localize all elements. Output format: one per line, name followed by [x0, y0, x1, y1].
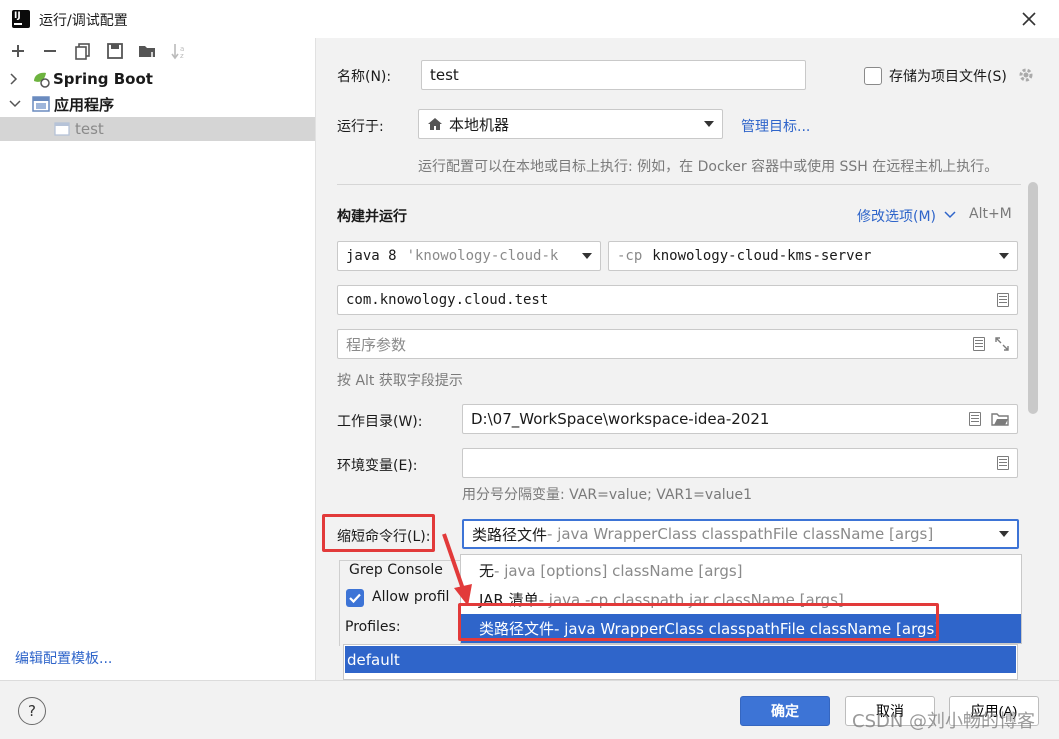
copy-icon[interactable]: [73, 41, 93, 61]
environment-variables-input[interactable]: [462, 448, 1018, 478]
home-icon: [428, 118, 442, 130]
watermark: CSDN @刘小畅的博客: [852, 711, 1036, 732]
dropdown-option-none[interactable]: 无 - java [options] className [args]: [461, 556, 1021, 585]
spring-boot-icon: [34, 72, 50, 88]
modify-options-link[interactable]: 修改选项(M): [857, 206, 936, 226]
run-on-select[interactable]: 本地机器: [418, 109, 723, 139]
environment-variables-label: 环境变量(E):: [337, 458, 418, 474]
browse-icon[interactable]: [997, 293, 1009, 307]
modify-options-shortcut: Alt+M: [969, 206, 1012, 222]
build-and-run-title: 构建并运行: [337, 209, 407, 225]
jre-select[interactable]: java 8 'knowology-cloud-k: [337, 241, 601, 271]
divider: [337, 184, 1021, 185]
tree-item-test[interactable]: test: [0, 117, 315, 141]
allow-profiles-checkbox[interactable]: [346, 589, 364, 607]
chevron-down-icon[interactable]: [9, 99, 21, 109]
browse-icon[interactable]: [969, 412, 981, 426]
save-icon[interactable]: [105, 41, 125, 61]
chevron-down-icon: [999, 253, 1009, 259]
tree-item-label: test: [75, 120, 104, 138]
close-icon[interactable]: [1018, 8, 1040, 30]
classpath-module-select[interactable]: -cp knowology-cloud-kms-server: [608, 241, 1018, 271]
run-on-hint: 运行配置可以在本地或目标上执行: 例如，在 Docker 容器中或使用 SSH …: [418, 159, 999, 175]
alt-hint: 按 Alt 获取字段提示: [337, 373, 463, 389]
chevron-down-icon: [999, 531, 1009, 537]
window-title: 运行/调试配置: [39, 13, 128, 29]
shorten-command-line-select[interactable]: 类路径文件 - java WrapperClass classpathFile …: [462, 519, 1019, 549]
intellij-idea-icon: IJ: [12, 10, 30, 28]
environment-variables-hint: 用分号分隔变量: VAR=value; VAR1=value1: [462, 487, 753, 503]
chevron-down-icon: [704, 121, 714, 127]
store-as-project-file-checkbox[interactable]: [864, 67, 882, 85]
working-directory-label: 工作目录(W):: [337, 414, 423, 430]
chevron-right-icon[interactable]: [9, 73, 19, 85]
tree-item-label: Spring Boot: [53, 70, 153, 88]
name-label: 名称(N):: [337, 69, 392, 85]
new-folder-icon[interactable]: [137, 41, 157, 61]
check-icon: [349, 593, 361, 604]
store-as-project-file-label: 存储为项目文件(S): [889, 69, 1007, 85]
tree-item-application[interactable]: 应用程序: [0, 92, 315, 116]
application-icon: [32, 96, 50, 112]
edit-configuration-templates-link[interactable]: 编辑配置模板...: [15, 648, 112, 668]
scrollbar[interactable]: [1028, 182, 1038, 414]
tree-item-spring-boot[interactable]: Spring Boot: [0, 67, 315, 91]
svg-text:z: z: [180, 52, 184, 60]
ok-button[interactable]: 确定: [740, 696, 830, 726]
gear-icon[interactable]: [1017, 66, 1035, 84]
expand-icon[interactable]: [995, 337, 1009, 351]
shorten-command-line-label: 缩短命令行(L):: [337, 529, 431, 545]
browse-icon[interactable]: [997, 456, 1009, 470]
tree-item-label: 应用程序: [54, 95, 115, 114]
main-class-input[interactable]: com.knowology.cloud.test: [337, 285, 1018, 315]
help-button[interactable]: ?: [18, 697, 46, 725]
chevron-down-icon: [582, 253, 592, 259]
title-bar: [0, 0, 1059, 38]
arrow-annotation-icon: [442, 533, 472, 606]
program-arguments-input[interactable]: 程序参数: [337, 329, 1018, 359]
name-input[interactable]: test: [421, 60, 806, 90]
remove-icon[interactable]: [40, 41, 60, 61]
manage-targets-link[interactable]: 管理目标...: [741, 116, 810, 136]
browse-icon[interactable]: [973, 337, 985, 351]
application-icon: [54, 122, 70, 136]
chevron-down-icon[interactable]: [944, 210, 956, 220]
add-icon[interactable]: [8, 41, 28, 61]
highlight-box: [458, 603, 939, 641]
folder-icon[interactable]: [991, 412, 1009, 426]
working-directory-input[interactable]: D:\07_WorkSpace\workspace-idea-2021: [462, 404, 1018, 434]
list-item[interactable]: default: [345, 646, 1016, 673]
grep-console-label: Grep Console: [347, 562, 445, 578]
run-on-label: 运行于:: [337, 119, 384, 135]
profiles-list[interactable]: default: [343, 644, 1018, 680]
profiles-label: Profiles:: [345, 619, 401, 635]
sort-icon[interactable]: az: [170, 41, 190, 61]
